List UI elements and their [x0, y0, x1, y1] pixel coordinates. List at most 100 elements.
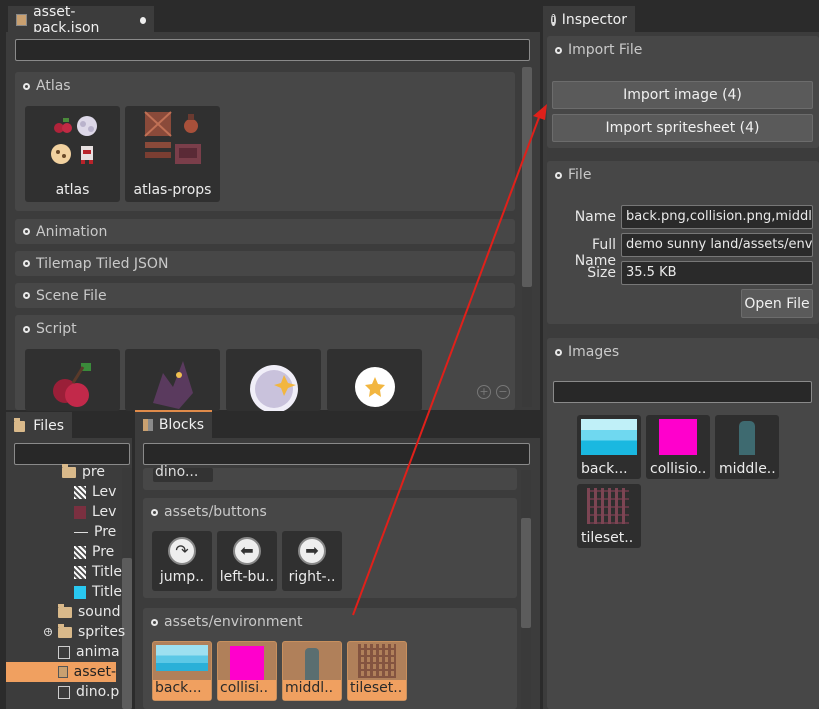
tab-asset-pack[interactable]: asset-pack.json	[8, 4, 154, 36]
back-image-tile[interactable]: back...	[152, 641, 212, 701]
tile-label: middl..	[283, 680, 341, 700]
section-title: Images	[568, 344, 620, 360]
collision-image-tile[interactable]: collisi..	[217, 641, 277, 701]
section-scene-file[interactable]: Scene File	[15, 283, 515, 308]
tree-item[interactable]: anima	[58, 642, 120, 662]
import-spritesheet-button[interactable]: Import spritesheet (4)	[552, 114, 813, 142]
script-tile[interactable]	[125, 349, 220, 411]
section-images: Images back... collisio.. middle.. tiles…	[547, 338, 819, 709]
size-label: Size	[587, 265, 616, 281]
zoom-out-icon[interactable]: −	[496, 385, 510, 399]
back-image-item[interactable]: back...	[577, 415, 641, 479]
atlas-props-tile[interactable]: atlas-props	[125, 106, 220, 202]
back-thumbnail	[581, 419, 637, 455]
image-icon	[74, 585, 86, 599]
section-buttons-header[interactable]: assets/buttons	[143, 498, 517, 526]
section-script-header[interactable]: Script	[15, 315, 515, 343]
blocks-panel: dino... assets/buttons ↷ jump.. ⬅ left-b…	[135, 438, 540, 709]
section-title: assets/buttons	[164, 504, 267, 520]
section-import-header[interactable]: Import File	[547, 36, 819, 64]
middle-image-tile[interactable]: middl..	[282, 641, 342, 701]
tileset-image-item[interactable]: tileset..	[577, 484, 641, 548]
tree-item[interactable]: Title	[74, 582, 122, 602]
script-tile[interactable]	[25, 349, 120, 411]
section-tilemap[interactable]: Tilemap Tiled JSON	[15, 251, 515, 276]
star-coin-icon	[355, 367, 395, 407]
size-field[interactable]: 35.5 KB	[621, 261, 813, 285]
arrow-right-icon: ➡	[298, 537, 326, 565]
tile-label: tileset..	[581, 530, 634, 546]
tiled-icon	[74, 485, 86, 499]
open-file-button[interactable]: Open File	[741, 289, 813, 318]
tab-files[interactable]: Files	[6, 412, 72, 438]
collapse-icon	[23, 292, 30, 299]
editor-scrollbar-thumb[interactable]	[522, 67, 532, 287]
atlas-tile[interactable]: atlas	[25, 106, 120, 202]
zoom-in-icon[interactable]: +	[477, 385, 491, 399]
tree-item[interactable]: Pre	[74, 542, 114, 562]
tree-item[interactable]: sound	[58, 602, 121, 622]
tree-item[interactable]: dino.p	[58, 682, 119, 702]
collapse-icon	[23, 260, 30, 267]
tile-label: collisio..	[650, 461, 707, 477]
gem-icon	[250, 365, 298, 411]
tab-inspector[interactable]: i Inspector	[543, 6, 635, 32]
section-environment-header[interactable]: assets/environment	[143, 608, 517, 636]
tree-item[interactable]: Lev	[74, 502, 116, 522]
collision-thumbnail	[659, 419, 697, 455]
tab-blocks[interactable]: Blocks	[135, 410, 212, 438]
right-button-tile[interactable]: ➡ right-..	[282, 531, 342, 591]
collision-thumbnail	[230, 646, 264, 680]
folder-icon	[58, 603, 72, 618]
file-icon	[58, 685, 70, 699]
tree-item[interactable]: Lev	[74, 482, 116, 502]
section-atlas-header[interactable]: Atlas	[15, 72, 515, 100]
tree-item[interactable]: + sprites	[44, 622, 125, 642]
tree-item-label: Title	[92, 584, 123, 600]
editor-filter-input[interactable]	[15, 39, 530, 61]
name-field[interactable]: back.png,collision.png,middle.png,tilese…	[621, 205, 813, 229]
tree-item[interactable]: pre	[62, 462, 105, 482]
eagle-icon	[153, 361, 193, 409]
tree-item-label: dino.p	[76, 684, 120, 700]
collision-image-item[interactable]: collisio..	[646, 415, 710, 479]
partial-item: dino...	[143, 464, 517, 490]
tree-item[interactable]: Title	[74, 562, 122, 582]
dash-icon	[74, 531, 88, 533]
section-file-header[interactable]: File	[547, 161, 819, 189]
blocks-scrollbar-thumb[interactable]	[521, 518, 531, 628]
middle-image-item[interactable]: middle..	[715, 415, 779, 479]
tree-item[interactable]: Pre	[74, 522, 116, 542]
section-title: assets/environment	[164, 614, 303, 630]
tree-item-label: anima	[76, 644, 120, 660]
import-image-button[interactable]: Import image (4)	[552, 81, 813, 109]
section-assets-buttons: assets/buttons ↷ jump.. ⬅ left-bu.. ➡ ri…	[143, 498, 517, 598]
tree-item-label: asset-	[73, 664, 116, 680]
tiled-icon	[74, 545, 86, 559]
middle-thumbnail	[739, 421, 755, 455]
images-filter-input[interactable]	[553, 381, 812, 403]
fullname-field[interactable]: demo sunny land/assets/environment	[621, 233, 813, 257]
jump-button-tile[interactable]: ↷ jump..	[152, 531, 212, 591]
folder-icon	[62, 463, 76, 478]
left-button-tile[interactable]: ⬅ left-bu..	[217, 531, 277, 591]
script-tile[interactable]	[327, 349, 422, 411]
section-images-header[interactable]: Images	[547, 338, 819, 366]
script-tile[interactable]	[226, 349, 321, 411]
inspector-panel: Import File Import image (4) Import spri…	[543, 32, 819, 709]
tile-label: collisi..	[218, 680, 276, 700]
tab-title: Inspector	[561, 12, 627, 28]
middle-thumbnail	[305, 648, 319, 680]
tile-label: back...	[153, 680, 211, 700]
tree-item-selected[interactable]: asset-	[6, 662, 116, 682]
section-title: File	[568, 167, 592, 183]
section-scene-file-header[interactable]: Scene File	[15, 283, 515, 308]
blocks-filter-input[interactable]	[143, 443, 530, 465]
tile-label: back...	[581, 461, 628, 477]
section-script: Script + −	[15, 315, 515, 411]
section-animation[interactable]: Animation	[15, 219, 515, 244]
tileset-image-tile[interactable]: tileset..	[347, 641, 407, 701]
section-animation-header[interactable]: Animation	[15, 219, 515, 244]
expand-icon[interactable]: +	[44, 628, 52, 636]
section-tilemap-header[interactable]: Tilemap Tiled JSON	[15, 251, 515, 276]
